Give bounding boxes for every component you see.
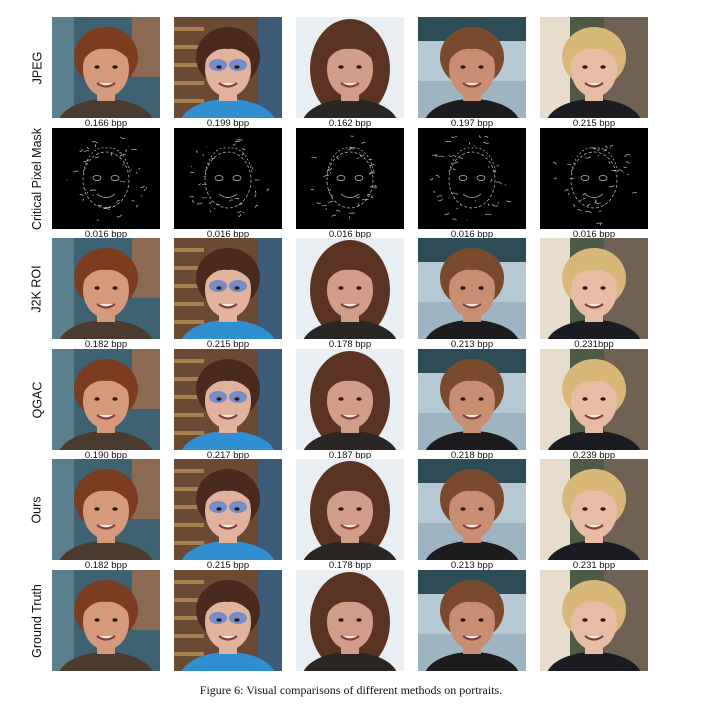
portrait-image bbox=[174, 349, 282, 450]
portrait-image bbox=[540, 349, 648, 450]
mask-image bbox=[296, 128, 404, 229]
row-label-text: JPEG bbox=[30, 51, 44, 84]
portrait-image bbox=[174, 459, 282, 560]
portrait-image bbox=[174, 238, 282, 339]
portrait-image bbox=[52, 570, 160, 671]
row-label-text: QGAC bbox=[30, 381, 44, 418]
portrait-image bbox=[540, 238, 648, 339]
portrait-image bbox=[418, 459, 526, 560]
mask-image bbox=[418, 128, 526, 229]
portrait-image bbox=[418, 349, 526, 450]
portrait-image bbox=[174, 570, 282, 671]
row-label-text: Ours bbox=[30, 495, 44, 524]
portrait-image bbox=[296, 17, 404, 118]
portrait-image bbox=[296, 238, 404, 339]
portrait-image bbox=[296, 459, 404, 560]
portrait-image bbox=[540, 570, 648, 671]
mask-image bbox=[174, 128, 282, 229]
row-label-text: J2K ROI bbox=[30, 264, 44, 313]
portrait-image bbox=[296, 570, 404, 671]
figure: JPEG 0.166 bpp 0.199 bpp 0.162 bpp 0.197 bpp… bbox=[0, 0, 702, 719]
row-label: JPEG bbox=[28, 17, 46, 118]
portrait-image bbox=[296, 349, 404, 450]
mask-image bbox=[540, 128, 648, 229]
portrait-image bbox=[52, 238, 160, 339]
portrait-image bbox=[540, 17, 648, 118]
row-label: Ours bbox=[28, 459, 46, 560]
portrait-image bbox=[52, 349, 160, 450]
portrait-image bbox=[418, 238, 526, 339]
row-label-text: Critical Pixel Mask bbox=[30, 127, 45, 230]
mask-image bbox=[52, 128, 160, 229]
row-label: Critical Pixel Mask bbox=[28, 127, 46, 230]
row-label: J2K ROI bbox=[28, 238, 46, 339]
row-label: QGAC bbox=[28, 349, 46, 450]
portrait-image bbox=[52, 459, 160, 560]
portrait-image bbox=[418, 570, 526, 671]
portrait-image bbox=[52, 17, 160, 118]
row-label: Ground Truth bbox=[28, 570, 46, 671]
portrait-image bbox=[174, 17, 282, 118]
portrait-image bbox=[540, 459, 648, 560]
portrait-image bbox=[418, 17, 526, 118]
figure-caption: Figure 6: Visual comparisons of differen… bbox=[199, 683, 503, 697]
row-label-text: Ground Truth bbox=[30, 583, 44, 658]
